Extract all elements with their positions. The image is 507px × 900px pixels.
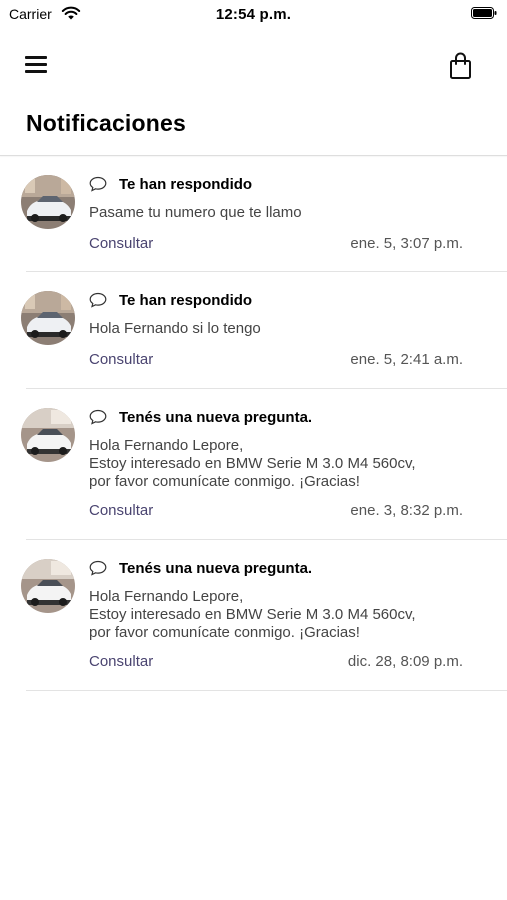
notification-item[interactable]: Tenés una nueva pregunta. Hola Fernando …	[0, 389, 507, 540]
shopping-bag-icon[interactable]	[448, 52, 474, 80]
chat-bubble-icon	[89, 176, 107, 192]
chat-bubble-icon	[89, 292, 107, 308]
hamburger-menu-icon[interactable]	[24, 52, 50, 78]
notification-timestamp: dic. 28, 8:09 p.m.	[347, 653, 463, 670]
battery-icon	[471, 7, 497, 19]
notification-timestamp: ene. 3, 8:32 p.m.	[350, 502, 463, 519]
car-avatar	[21, 175, 75, 229]
notification-item[interactable]: Te han respondido Hola Fernando si lo te…	[0, 272, 507, 389]
consult-link[interactable]: Consultar	[89, 653, 153, 670]
consult-link[interactable]: Consultar	[89, 235, 153, 252]
status-time: 12:54 p.m.	[215, 6, 292, 23]
notification-message: Hola Fernando Lepore, Estoy interesado e…	[89, 588, 416, 641]
notification-title: Tenés una nueva pregunta.	[119, 409, 313, 426]
notification-timestamp: ene. 5, 3:07 p.m.	[350, 235, 463, 252]
consult-link[interactable]: Consultar	[89, 502, 153, 519]
notification-message: Hola Fernando Lepore, Estoy interesado e…	[89, 437, 416, 490]
nav-bar	[0, 40, 507, 90]
page-title: Notificaciones	[26, 110, 187, 136]
notification-title: Te han respondido	[119, 176, 253, 193]
notification-title: Tenés una nueva pregunta.	[119, 560, 313, 577]
status-bar: Carrier 12:54 p.m.	[0, 0, 507, 28]
car-avatar	[21, 559, 75, 613]
notification-timestamp: ene. 5, 2:41 a.m.	[350, 351, 463, 368]
notification-title: Te han respondido	[119, 292, 253, 309]
notification-item[interactable]: Tenés una nueva pregunta. Hola Fernando …	[0, 540, 507, 691]
notification-item[interactable]: Te han respondido Pasame tu numero que t…	[0, 156, 507, 272]
chat-bubble-icon	[89, 409, 107, 425]
car-avatar	[21, 408, 75, 462]
consult-link[interactable]: Consultar	[89, 351, 153, 368]
chat-bubble-icon	[89, 560, 107, 576]
notification-message: Pasame tu numero que te llamo	[89, 204, 302, 221]
car-avatar	[21, 291, 75, 345]
notification-message: Hola Fernando si lo tengo	[89, 320, 261, 337]
notification-list: Te han respondido Pasame tu numero que t…	[0, 156, 507, 691]
row-divider	[26, 690, 507, 691]
